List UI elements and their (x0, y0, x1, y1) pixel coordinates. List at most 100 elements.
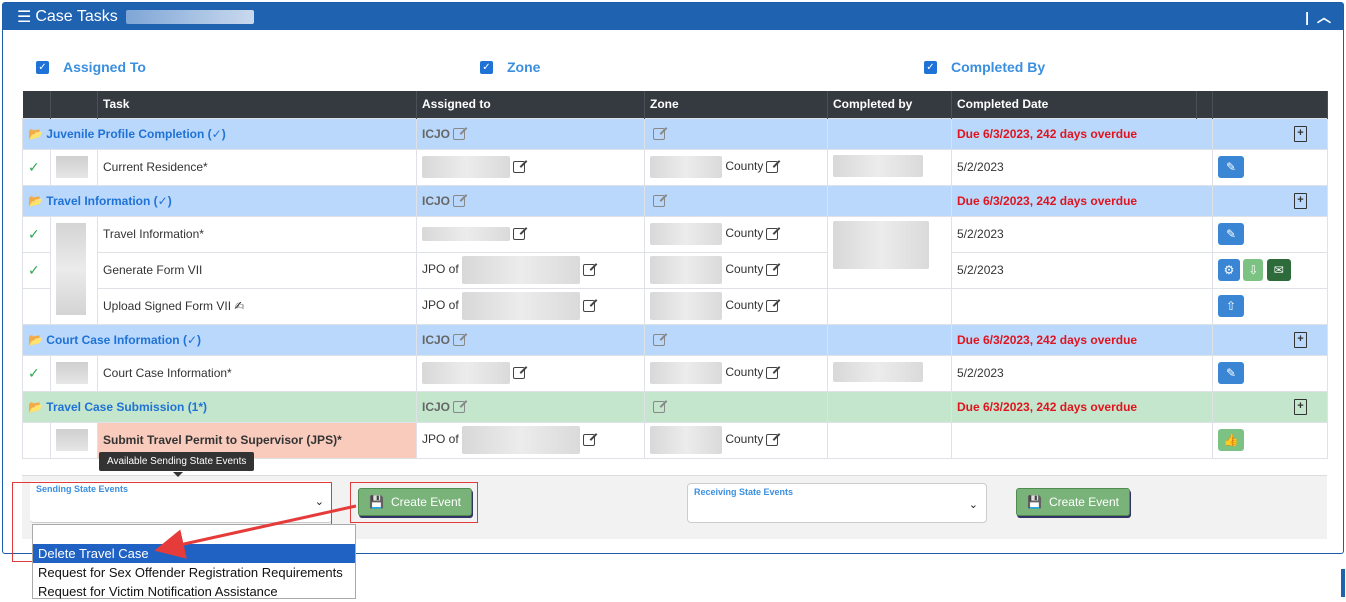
folder-icon: 📂 (28, 332, 43, 347)
chevron-down-icon: ⌄ (968, 499, 978, 511)
filter-assigned-to[interactable]: ✓ Assigned To (36, 59, 146, 75)
assigned-text: JPO of (422, 432, 459, 447)
edit-button[interactable]: ✎ (1218, 156, 1244, 178)
completed-date: 5/2/2023 (951, 251, 1213, 289)
create-event-button-receiving[interactable]: 💾 Create Event (1016, 488, 1130, 516)
table-row: ✓ Court Case Information* County 5/2/202… (22, 354, 1328, 392)
edit-icon[interactable] (513, 161, 525, 173)
scroll-edge (1341, 569, 1345, 597)
edit-icon[interactable] (653, 334, 665, 347)
filter-label: Zone (507, 59, 541, 75)
edit-icon[interactable] (583, 264, 596, 276)
filter-zone[interactable]: ✓ Zone (480, 59, 540, 75)
zone-text: County (725, 226, 764, 241)
upload-button[interactable]: ⇧ (1218, 295, 1244, 317)
edit-button[interactable]: ✎ (1218, 362, 1244, 384)
edit-icon[interactable] (453, 128, 466, 141)
edit-icon[interactable] (766, 161, 779, 173)
task-name[interactable]: Upload Signed Form VII (103, 299, 231, 313)
filter-completed-by[interactable]: ✓ Completed By (924, 59, 1045, 75)
add-file-icon[interactable]: + (1294, 126, 1307, 142)
table-row: ✓ Current Residence* County 5/2/2023 ✎ (22, 148, 1328, 186)
checkbox-checked-icon[interactable]: ✓ (924, 60, 937, 74)
edit-icon[interactable] (453, 195, 466, 208)
redacted-text (650, 156, 722, 178)
group-row[interactable]: 📂 Travel Information (✓) ICJO Due 6/3/20… (22, 184, 1328, 217)
group-row[interactable]: 📂 Court Case Information (✓) ICJO Due 6/… (22, 323, 1328, 356)
edit-icon[interactable] (513, 367, 525, 379)
task-name[interactable]: Generate Form VII (97, 251, 417, 289)
col-header-zone: Zone (644, 91, 828, 118)
redacted-text (833, 154, 923, 177)
table-row: Upload Signed Form VII ✍ JPO of County ⇧ (22, 287, 1328, 325)
edit-icon[interactable] (766, 228, 779, 240)
add-file-icon[interactable]: + (1294, 193, 1307, 209)
task-name[interactable]: Court Case Information* (97, 354, 417, 392)
avatar (56, 156, 88, 178)
group-label: Juvenile Profile Completion (✓) (46, 126, 226, 141)
col-header-completed-date: Completed Date (951, 91, 1197, 118)
group-assigned: ICJO (422, 332, 451, 347)
edit-icon[interactable] (453, 401, 466, 414)
panel-header: ☰ Case Tasks | ︿ (3, 3, 1343, 30)
checkmark-icon: ✓ (28, 261, 40, 278)
group-assigned: ICJO (422, 126, 451, 141)
filter-label: Completed By (951, 59, 1046, 75)
edit-icon[interactable] (653, 195, 665, 208)
completed-date: 5/2/2023 (951, 215, 1213, 253)
case-tasks-panel: ☰ Case Tasks | ︿ ✓ Assigned To ✓ Zone ✓ … (2, 2, 1344, 554)
dropdown-option-selected[interactable]: Delete Travel Case (33, 544, 355, 563)
add-file-icon[interactable]: + (1294, 332, 1307, 348)
edit-icon[interactable] (766, 264, 779, 276)
tooltip: Available Sending State Events (99, 452, 255, 477)
sending-events-dropdown[interactable]: Delete Travel Case Request for Sex Offen… (32, 524, 356, 599)
redacted-text (650, 256, 722, 284)
checkbox-checked-icon[interactable]: ✓ (36, 60, 49, 74)
dropdown-option[interactable]: Request for Victim Notification Assistan… (33, 582, 355, 601)
add-file-icon[interactable]: + (1294, 399, 1307, 415)
checkmark-icon: ✓ (28, 158, 40, 175)
group-label: Travel Information (✓) (46, 193, 172, 208)
edit-icon[interactable] (766, 300, 779, 312)
dropdown-option[interactable] (33, 525, 355, 544)
task-name[interactable]: Current Residence* (97, 148, 417, 186)
edit-icon[interactable] (766, 367, 779, 379)
group-label: Court Case Information (✓) (46, 332, 202, 347)
dropdown-option[interactable]: Request for Sex Offender Registration Re… (33, 563, 355, 582)
col-header (1212, 91, 1328, 118)
group-row[interactable]: 📂 Juvenile Profile Completion (✓) ICJO D… (22, 117, 1328, 150)
edit-icon[interactable] (583, 434, 596, 446)
redacted-text (422, 227, 510, 242)
redacted-text (462, 426, 581, 454)
edit-icon[interactable] (653, 128, 665, 141)
zone-text: County (725, 159, 764, 174)
edit-icon[interactable] (766, 434, 779, 446)
task-name[interactable]: Travel Information* (97, 215, 417, 253)
group-assigned: ICJO (422, 193, 451, 208)
zone-text: County (725, 365, 764, 380)
edit-icon[interactable] (583, 300, 596, 312)
edit-button[interactable]: ✎ (1218, 223, 1244, 245)
collapse-chevron-icon[interactable]: ︿ (1317, 7, 1331, 27)
checkmark-icon: ✓ (28, 364, 40, 381)
email-button[interactable]: ✉ (1266, 259, 1291, 281)
signature-icon[interactable]: ✍ (234, 299, 244, 313)
col-header-completed-by: Completed by (827, 91, 952, 118)
receiving-events-select[interactable]: Receiving State Events ⌄ (687, 483, 987, 523)
edit-icon[interactable] (513, 228, 525, 241)
button-label: Create Event (1048, 495, 1119, 509)
table-row: ✓ Generate Form VII JPO of County 5/2/20… (22, 251, 1328, 289)
zone-text: County (725, 432, 764, 447)
edit-icon[interactable] (453, 334, 466, 347)
edit-icon[interactable] (653, 401, 665, 414)
group-row[interactable]: 📂 Travel Case Submission (1*) ICJO Due 6… (22, 390, 1328, 423)
col-header (1196, 91, 1213, 118)
avatar (56, 362, 88, 384)
filter-label: Assigned To (63, 59, 146, 75)
approve-button[interactable]: 👍 (1218, 429, 1244, 451)
checkbox-checked-icon[interactable]: ✓ (480, 60, 493, 74)
checkmark-icon: ✓ (28, 225, 40, 242)
download-button[interactable]: ⇩ (1243, 259, 1264, 281)
table-header-row: Task Assigned to Zone Completed by Compl… (22, 91, 1328, 118)
settings-button[interactable]: ⚙ (1218, 259, 1240, 281)
